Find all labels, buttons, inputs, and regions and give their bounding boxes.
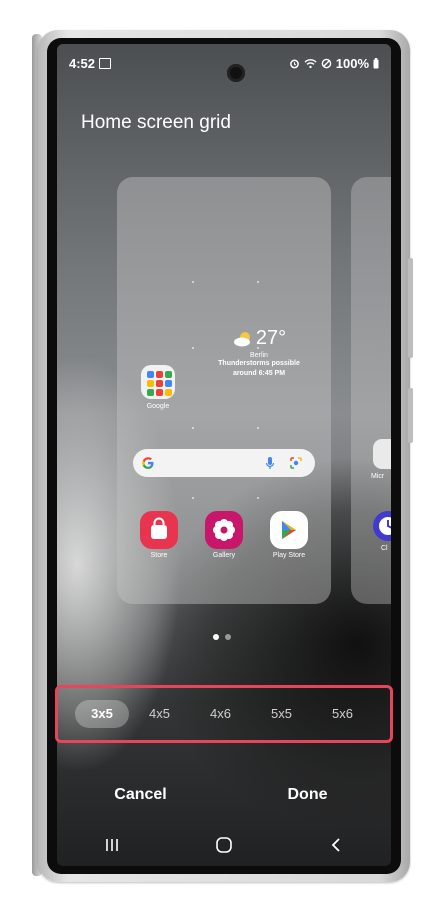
folder-icon [373, 439, 391, 469]
home-preview-next[interactable]: Micr Cl [351, 177, 391, 604]
cancel-button[interactable]: Cancel [57, 786, 224, 804]
weather-description-line1: Thunderstorms possible [218, 360, 300, 367]
done-button[interactable]: Done [224, 786, 391, 804]
recents-icon[interactable] [104, 837, 120, 853]
battery-percent: 100% [335, 56, 369, 71]
side-button [408, 388, 413, 443]
weather-temperature: 27° [255, 327, 287, 349]
page-dot [225, 634, 231, 640]
next-page-label-1: Micr [371, 473, 385, 480]
lens-icon [290, 457, 302, 469]
home-preview-current[interactable]: 27° Berlin Thunderstorms possible around… [117, 177, 331, 604]
wifi-icon [304, 59, 317, 69]
grid-dot [257, 497, 259, 499]
search-bar [133, 449, 315, 477]
folder-label: Google [146, 403, 170, 410]
store-app-icon [140, 511, 178, 549]
app-label-play-store: Play Store [272, 552, 306, 559]
battery-icon [373, 58, 379, 69]
google-folder [141, 365, 175, 399]
volume-button [408, 258, 413, 358]
do-not-disturb-icon [321, 58, 332, 69]
app-label-gallery: Gallery [212, 552, 236, 559]
status-time: 4:52 [69, 56, 96, 71]
grid-dot [192, 347, 194, 349]
weather-widget: 27° Berlin Thunderstorms possible around… [209, 327, 309, 379]
google-g-icon [142, 457, 154, 469]
back-icon[interactable] [328, 837, 344, 853]
action-buttons: Cancel Done [57, 786, 391, 804]
alarm-icon [289, 59, 299, 69]
play-store-app-icon [270, 511, 308, 549]
weather-city: Berlin [250, 352, 268, 359]
partly-cloudy-icon [233, 331, 250, 346]
mic-icon [265, 457, 275, 469]
grid-dot [192, 427, 194, 429]
front-camera [227, 64, 245, 82]
grid-dot [257, 281, 259, 283]
image-icon [99, 58, 111, 69]
home-icon[interactable] [215, 836, 233, 854]
status-bar: 4:52 100% [69, 54, 379, 82]
page-title: Home screen grid [81, 112, 231, 133]
page-dot-home [213, 634, 219, 640]
gallery-app-icon [205, 511, 243, 549]
grid-options-highlight [55, 685, 393, 743]
grid-dot [192, 281, 194, 283]
grid-dot [192, 497, 194, 499]
weather-description-line2: around 6:45 PM [232, 370, 286, 377]
page-indicator [213, 634, 231, 640]
navigation-bar [57, 834, 391, 856]
app-label-store: Store [150, 552, 168, 559]
next-page-label-2: Cl [381, 545, 388, 552]
clock-app-icon [373, 511, 391, 541]
grid-dot [257, 427, 259, 429]
